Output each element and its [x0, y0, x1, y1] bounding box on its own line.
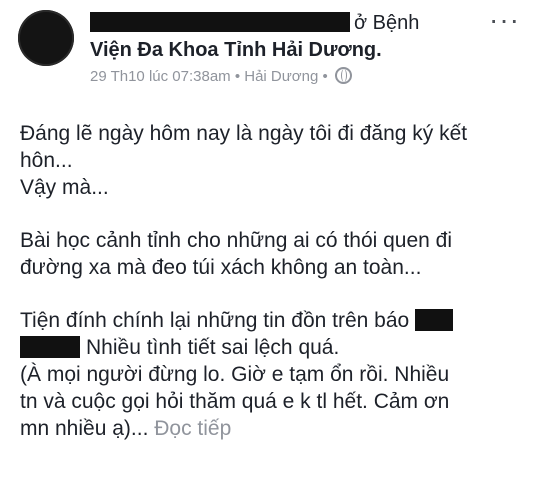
text-segment: Nhiều tình tiết sai lệch quá. — [86, 336, 340, 359]
location-name[interactable]: Viện Đa Khoa Tỉnh Hải Dương — [90, 39, 376, 61]
text-line: Bài học cảnh tỉnh cho những ai có thói q… — [20, 229, 453, 252]
text-line: Tiện đính chính lại những tin đồn trên b… — [20, 307, 530, 334]
facebook-post: ở Bệnh Viện Đa Khoa Tỉnh Hải Dương. 29 T… — [0, 0, 544, 492]
paragraph-2: Bài học cảnh tỉnh cho những ai có thói q… — [20, 227, 530, 281]
text-line: Vậy mà... — [20, 176, 109, 199]
globe-icon[interactable] — [334, 67, 352, 84]
location-prefix: ở Bệnh — [354, 12, 420, 34]
text-line: Đáng lẽ ngày hôm nay là ngày tôi đi đăng… — [20, 122, 468, 145]
text-line: mn nhiều ạ)... Đọc tiếp — [20, 415, 530, 442]
read-more-link[interactable]: Đọc tiếp — [154, 417, 231, 440]
redaction-box — [415, 309, 454, 331]
paragraph-3: Tiện đính chính lại những tin đồn trên b… — [20, 307, 530, 442]
more-options-icon[interactable]: ··· — [489, 6, 520, 34]
text-line: Nhiều tình tiết sai lệch quá. — [20, 334, 530, 361]
redaction-box — [20, 336, 80, 358]
author-line: ở Bệnh — [90, 10, 470, 36]
text-segment: mn nhiều ạ)... — [20, 417, 149, 440]
text-line: hôn... — [20, 149, 73, 172]
text-line: (À mọi người đừng lo. Giờ e tạm ổn rồi. … — [20, 363, 450, 386]
post-header: ở Bệnh Viện Đa Khoa Tỉnh Hải Dương. 29 T… — [90, 10, 470, 88]
text-segment: Tiện đính chính lại những tin đồn trên b… — [20, 309, 410, 332]
location-link[interactable]: Viện Đa Khoa Tỉnh Hải Dương. — [90, 36, 470, 64]
post-timestamp[interactable]: 29 Th10 lúc 07:38am • Hải Dương • — [90, 68, 328, 85]
location-period: . — [376, 39, 382, 61]
redacted-author-name — [90, 12, 350, 32]
text-line: đường xa mà đeo túi xách không an toàn..… — [20, 256, 422, 279]
post-meta: 29 Th10 lúc 07:38am • Hải Dương • — [90, 66, 470, 88]
text-line: tn và cuộc gọi hỏi thăm quá e k tl hết. … — [20, 390, 450, 413]
paragraph-1: Đáng lẽ ngày hôm nay là ngày tôi đi đăng… — [20, 120, 530, 201]
post-body: Đáng lẽ ngày hôm nay là ngày tôi đi đăng… — [20, 120, 530, 442]
avatar[interactable] — [18, 10, 74, 66]
